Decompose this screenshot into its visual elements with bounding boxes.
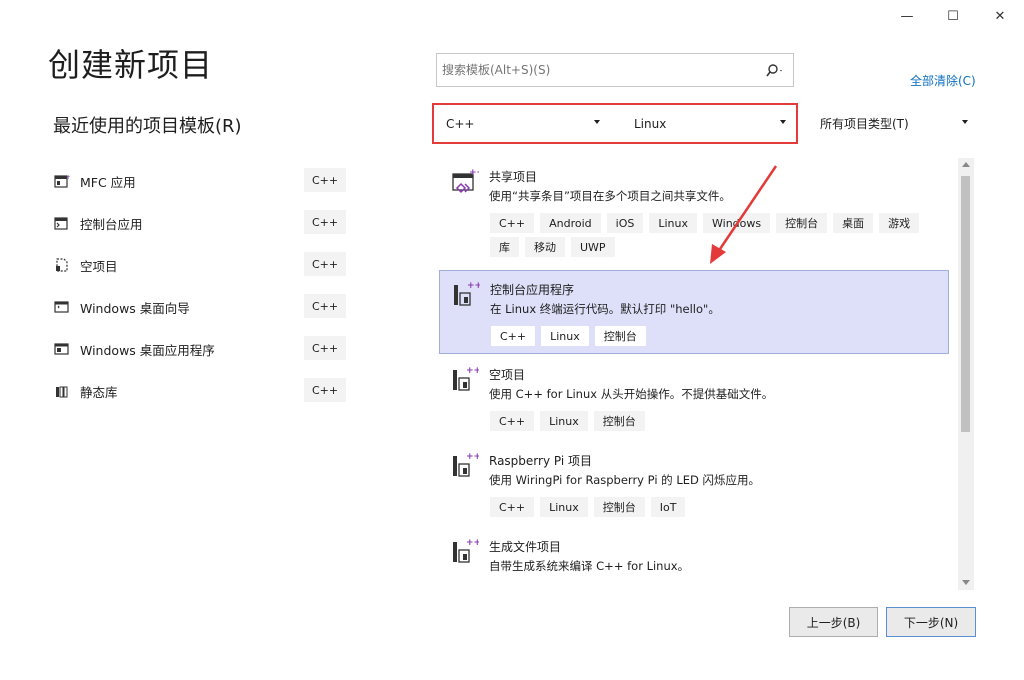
recent-item[interactable]: + MFC 应用 C++	[52, 160, 352, 202]
tag: 控制台	[593, 325, 647, 347]
template-item-raspberry-pi[interactable]: ++ Raspberry Pi 项目 使用 WiringPi for Raspb…	[439, 442, 949, 526]
tag: Windows	[702, 212, 772, 234]
tag: C++	[489, 212, 536, 234]
clear-all-link[interactable]: 全部清除(C)	[910, 72, 976, 89]
template-list-scrollbar[interactable]	[958, 158, 974, 590]
template-name: Raspberry Pi 项目	[489, 454, 592, 468]
template-description: 使用 C++ for Linux 从头开始操作。不提供基础文件。	[489, 387, 774, 401]
maximize-button[interactable]: ☐	[936, 4, 970, 28]
recent-templates-title: 最近使用的项目模板(R)	[53, 116, 242, 137]
raspberry-pi-project-icon: ++	[449, 450, 481, 482]
back-button[interactable]: 上一步(B)	[789, 607, 878, 637]
recent-item-lang-badge: C++	[304, 378, 346, 402]
template-description: 使用“共享条目”项目在多个项目之间共享文件。	[489, 189, 731, 203]
makefile-project-icon: ++	[449, 536, 481, 568]
shared-project-icon: ++	[449, 166, 484, 198]
template-name: 空项目	[489, 368, 526, 382]
console-app-icon: ++	[450, 279, 482, 311]
recent-item[interactable]: 空项目 C++	[52, 244, 352, 286]
template-tags: C++ Linux 控制台 IoT	[489, 496, 939, 520]
page-title: 创建新项目	[48, 46, 214, 84]
minimize-button[interactable]: —	[890, 4, 924, 28]
template-item-empty-project[interactable]: ++ 空项目 使用 C++ for Linux 从头开始操作。不提供基础文件。 …	[439, 356, 949, 440]
static-lib-icon	[52, 381, 72, 401]
recent-item[interactable]: 控制台应用 C++	[52, 202, 352, 244]
search-box[interactable]	[436, 53, 794, 87]
template-name: 生成文件项目	[489, 540, 562, 554]
tag: 库	[489, 236, 520, 258]
recent-item-label: Windows 桌面向导	[80, 300, 190, 316]
desktop-wizard-icon	[52, 297, 72, 317]
scroll-down-icon[interactable]	[962, 580, 970, 585]
template-description: 使用 WiringPi for Raspberry Pi 的 LED 闪烁应用。	[489, 473, 761, 487]
desktop-app-icon	[52, 339, 72, 359]
svg-text:++: ++	[466, 452, 479, 462]
recent-item[interactable]: Windows 桌面向导 C++	[52, 286, 352, 328]
empty-project-icon	[52, 255, 72, 275]
tag: iOS	[605, 212, 645, 234]
search-input[interactable]	[442, 63, 752, 77]
tag: Linux	[648, 212, 698, 234]
tag: 控制台	[592, 496, 646, 518]
tag: UWP	[570, 236, 616, 258]
tag: Linux	[539, 496, 589, 518]
tag: 桌面	[832, 212, 875, 234]
svg-text:++: ++	[466, 538, 479, 548]
next-button[interactable]: 下一步(N)	[886, 607, 976, 637]
project-type-filter-value: 所有项目类型(T)	[820, 117, 909, 131]
tag: C++	[489, 496, 536, 518]
svg-text:++: ++	[469, 168, 479, 178]
svg-text:++: ++	[467, 281, 480, 291]
recent-item-label: Windows 桌面应用程序	[80, 342, 215, 358]
filter-highlight-annotation	[432, 103, 798, 144]
mfc-icon: +	[52, 171, 72, 191]
tag: Linux	[539, 410, 589, 432]
scroll-up-icon[interactable]	[962, 162, 970, 167]
template-tags: C++ Linux 控制台	[489, 410, 939, 434]
tag: Android	[539, 212, 602, 234]
template-name: 共享项目	[489, 170, 538, 184]
recent-item-lang-badge: C++	[304, 252, 346, 276]
console-icon	[52, 213, 72, 233]
recent-templates-list: + MFC 应用 C++ 控制台应用 C++ 空项目 C++ Windows 桌…	[52, 160, 352, 412]
template-item-makefile-project[interactable]: ++ 生成文件项目 自带生成系统来编译 C++ for Linux。	[439, 528, 949, 590]
scroll-thumb[interactable]	[961, 176, 970, 432]
template-name: 控制台应用程序	[490, 283, 575, 297]
template-tags: C++ Linux 控制台	[490, 325, 940, 349]
recent-item[interactable]: 静态库 C++	[52, 370, 352, 412]
tag: 移动	[524, 236, 566, 258]
tag: 控制台	[775, 212, 829, 234]
recent-item-label: 控制台应用	[80, 216, 143, 232]
template-description: 自带生成系统来编译 C++ for Linux。	[489, 559, 690, 573]
template-item-shared-project[interactable]: ++ 共享项目 使用“共享条目”项目在多个项目之间共享文件。 C++ Andro…	[439, 158, 949, 266]
project-type-filter-dropdown[interactable]: 所有项目类型(T)	[810, 105, 976, 142]
chevron-down-icon	[962, 120, 968, 124]
close-button[interactable]: ✕	[983, 4, 1017, 28]
tag: C++	[489, 410, 536, 432]
tag: C++	[490, 325, 537, 347]
tag: 控制台	[592, 410, 646, 432]
template-list: ++ 共享项目 使用“共享条目”项目在多个项目之间共享文件。 C++ Andro…	[437, 158, 974, 590]
tag: 游戏	[878, 212, 921, 234]
template-tags: C++ Android iOS Linux Windows 控制台 桌面 游戏 …	[489, 212, 939, 260]
recent-item-label: 静态库	[80, 384, 118, 400]
template-description: 在 Linux 终端运行代码。默认打印 "hello"。	[490, 302, 720, 316]
recent-item-label: MFC 应用	[80, 174, 136, 190]
svg-text:++: ++	[466, 366, 479, 376]
tag: IoT	[649, 496, 687, 518]
search-icon[interactable]	[765, 62, 785, 80]
template-item-console-app[interactable]: ++ 控制台应用程序 在 Linux 终端运行代码。默认打印 "hello"。 …	[439, 270, 949, 354]
recent-item-lang-badge: C++	[304, 294, 346, 318]
recent-item[interactable]: Windows 桌面应用程序 C++	[52, 328, 352, 370]
empty-project-icon: ++	[449, 364, 481, 396]
recent-item-lang-badge: C++	[304, 210, 346, 234]
recent-item-label: 空项目	[80, 258, 118, 274]
tag: Linux	[540, 325, 590, 347]
recent-item-lang-badge: C++	[304, 336, 346, 360]
svg-text:+: +	[66, 174, 70, 181]
recent-item-lang-badge: C++	[304, 168, 346, 192]
